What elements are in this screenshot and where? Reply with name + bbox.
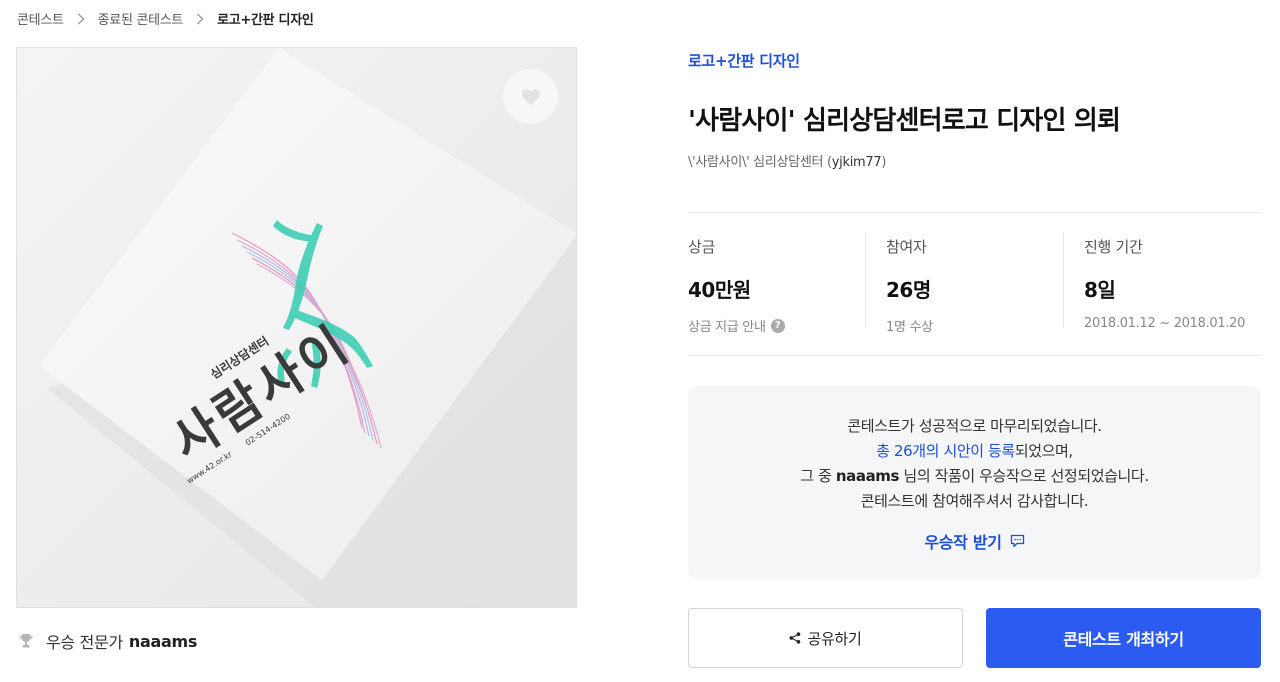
host-contest-button[interactable]: 콘테스트 개최하기 — [986, 608, 1261, 668]
result-winner-name: naaams — [835, 467, 900, 485]
contest-result-box: 콘테스트가 성공적으로 마무리되었습니다. 총 26개의 시안이 등록되었으며,… — [688, 386, 1261, 579]
stat-label: 상금 — [688, 238, 716, 256]
receive-label: 우승작 받기 — [924, 533, 1002, 552]
winner-info: 우승 전문가 naaams — [18, 629, 197, 653]
stat-prize: 상금 40만원 상금 지급 안내 ? — [688, 232, 865, 335]
contest-category[interactable]: 로고+간판 디자인 — [688, 50, 800, 71]
stat-participants: 참여자 26명 1명 수상 — [865, 232, 1063, 335]
stat-label: 진행 기간 — [1084, 238, 1143, 256]
stat-sub: 1명 수상 — [886, 320, 933, 335]
receive-winning-work-link[interactable]: 우승작 받기 — [924, 529, 1024, 553]
stat-value: 26명 — [886, 278, 931, 302]
share-icon — [789, 632, 801, 644]
share-button[interactable]: 공유하기 — [688, 608, 963, 668]
stat-value: 40만원 — [688, 278, 751, 302]
breadcrumb-contests[interactable]: 콘테스트 — [17, 9, 64, 28]
share-label: 공유하기 — [807, 629, 862, 648]
stat-sub: 상금 지급 안내 — [688, 320, 766, 335]
contest-client: \'사람사이\' 심리상담센터 (yjkim77) — [688, 155, 887, 170]
stat-value: 8일 — [1084, 278, 1116, 302]
like-button[interactable] — [503, 69, 558, 124]
stat-label: 참여자 — [886, 238, 927, 256]
breadcrumb-ended-contests[interactable]: 종료된 콘테스트 — [98, 9, 184, 28]
business-card-mockup: 사람사이 심리상담센터 www.42.or.kr 02-514-4200 — [17, 48, 576, 607]
winner-name[interactable]: naaams — [129, 632, 197, 651]
result-line-3-post: 님의 작품이 우승작으로 선정되었습니다. — [903, 467, 1149, 485]
prize-payment-info[interactable]: 상금 지급 안내 ? — [688, 316, 865, 335]
result-line-3: 그 중 naaams 님의 작품이 우승작으로 선정되었습니다. — [688, 464, 1261, 489]
message-icon — [1010, 534, 1025, 548]
stat-sub: 2018.01.12 ~ 2018.01.20 — [1084, 316, 1246, 331]
breadcrumb-current[interactable]: 로고+간판 디자인 — [217, 9, 314, 28]
submissions-link[interactable]: 총 26개의 시안이 등록 — [876, 442, 1015, 460]
result-line-4: 콘테스트에 참여해주셔서 감사합니다. — [860, 492, 1089, 510]
result-line-1: 콘테스트가 성공적으로 마무리되었습니다. — [847, 417, 1102, 435]
client-id[interactable]: yjkim77 — [832, 155, 882, 170]
result-line-3-pre: 그 중 — [800, 467, 832, 485]
result-line-2: 총 26개의 시안이 등록되었으며, — [688, 439, 1261, 464]
chevron-right-icon — [64, 11, 98, 26]
heart-icon — [521, 88, 540, 105]
contest-title: '사람사이' 심리상담센터로고 디자인 의뢰 — [688, 106, 1121, 136]
stat-duration: 진행 기간 8일 2018.01.12 ~ 2018.01.20 — [1063, 232, 1261, 331]
help-icon[interactable]: ? — [770, 318, 785, 333]
chevron-right-icon — [183, 11, 217, 26]
contest-stats: 상금 40만원 상금 지급 안내 ? 참여자 26명 1명 수상 진행 기간 8… — [688, 232, 1261, 335]
breadcrumb: 콘테스트 종료된 콘테스트 로고+간판 디자인 — [17, 9, 314, 28]
result-line-2-rest: 되었으며, — [1014, 442, 1073, 460]
trophy-icon — [18, 633, 34, 649]
divider — [688, 212, 1261, 213]
client-name: \'사람사이\' 심리상담센터 — [688, 155, 824, 170]
divider — [688, 355, 1261, 356]
winning-artwork-image[interactable]: 사람사이 심리상담센터 www.42.or.kr 02-514-4200 — [16, 47, 577, 608]
winner-label: 우승 전문가 — [46, 633, 123, 652]
